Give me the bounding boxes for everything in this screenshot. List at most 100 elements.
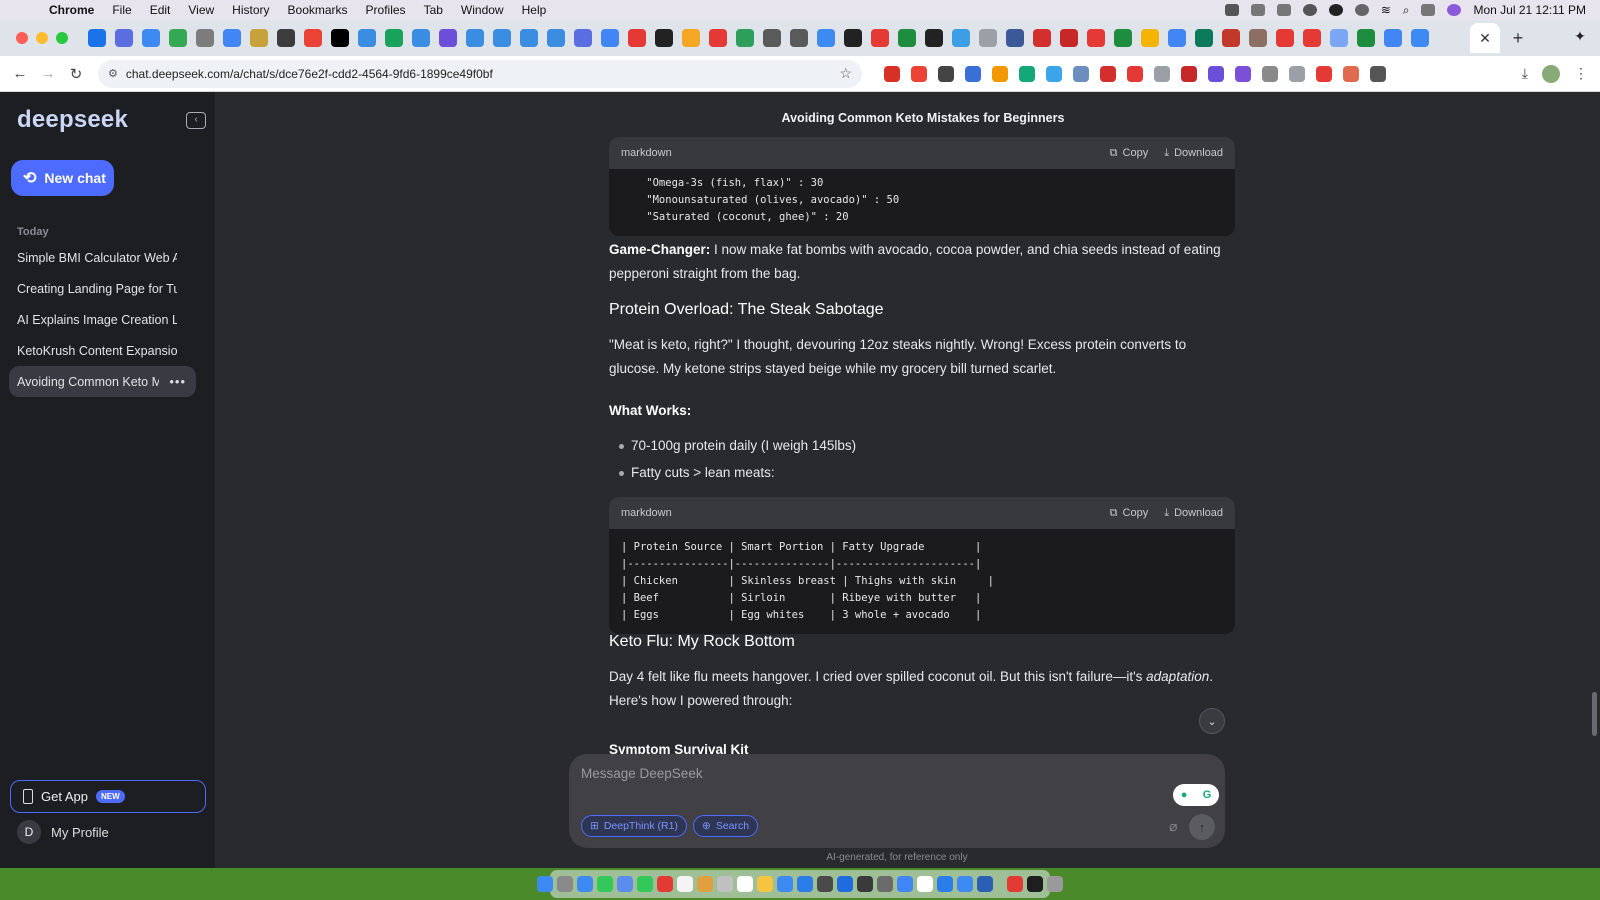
extension-icon[interactable] xyxy=(1289,65,1305,82)
tab-favicon-icon[interactable] xyxy=(655,29,673,47)
chat-history-item[interactable]: Simple BMI Calculator Web Ap xyxy=(9,242,196,273)
tab-favicon-icon[interactable] xyxy=(547,29,565,47)
tab-favicon-icon[interactable] xyxy=(196,29,214,47)
menu-window[interactable]: Window xyxy=(452,3,513,17)
tab-favicon-icon[interactable] xyxy=(412,29,430,47)
dock-app-icon[interactable] xyxy=(1027,876,1043,892)
tab-favicon-icon[interactable] xyxy=(1195,29,1213,47)
tab-favicon-icon[interactable] xyxy=(520,29,538,47)
extension-icon[interactable] xyxy=(1073,65,1089,82)
clock[interactable]: Mon Jul 21 12:11 PM xyxy=(1473,3,1586,17)
chat-history-item-active[interactable]: Avoiding Common Keto M ••• xyxy=(9,366,196,397)
list-icon[interactable] xyxy=(1276,4,1291,16)
tab-favicon-icon[interactable] xyxy=(277,29,295,47)
tab-favicon-icon[interactable] xyxy=(466,29,484,47)
tab-favicon-icon[interactable] xyxy=(358,29,376,47)
dock-app-icon[interactable] xyxy=(697,876,713,892)
tab-favicon-icon[interactable] xyxy=(1384,29,1402,47)
user-icon[interactable] xyxy=(1328,4,1343,16)
browser-profile-avatar[interactable] xyxy=(1542,64,1560,83)
download-button[interactable]: ⤓ Download xyxy=(1164,507,1223,520)
siri-icon[interactable] xyxy=(1447,4,1462,16)
bookmark-star-icon[interactable]: ☆ xyxy=(839,65,852,82)
back-button[interactable]: ← xyxy=(6,65,34,82)
tab-favicon-icon[interactable] xyxy=(601,29,619,47)
tab-favicon-icon[interactable] xyxy=(1033,29,1051,47)
tab-favicon-icon[interactable] xyxy=(115,29,133,47)
tab-favicon-icon[interactable] xyxy=(709,29,727,47)
dock-app-icon[interactable] xyxy=(857,876,873,892)
send-button[interactable]: ↑ xyxy=(1189,814,1215,840)
tab-favicon-icon[interactable] xyxy=(952,29,970,47)
dock-app-icon[interactable] xyxy=(657,876,673,892)
dock-app-icon[interactable] xyxy=(837,876,853,892)
extension-icon[interactable] xyxy=(911,65,927,82)
tab-favicon-icon[interactable] xyxy=(331,29,349,47)
extension-icon[interactable] xyxy=(1370,65,1386,82)
download-icon[interactable]: ⤓ xyxy=(1522,65,1528,82)
tab-favicon-icon[interactable] xyxy=(1006,29,1024,47)
tab-favicon-icon[interactable] xyxy=(790,29,808,47)
dock-app-icon[interactable] xyxy=(957,876,973,892)
tab-favicon-icon[interactable] xyxy=(1330,29,1348,47)
menu-history[interactable]: History xyxy=(223,3,278,17)
extension-icon[interactable] xyxy=(1127,65,1143,82)
close-window-button[interactable] xyxy=(16,32,28,44)
tab-favicon-icon[interactable] xyxy=(1168,29,1186,47)
dock-app-icon[interactable] xyxy=(897,876,913,892)
dock-app-icon[interactable] xyxy=(1047,876,1063,892)
menu-bookmarks[interactable]: Bookmarks xyxy=(279,3,357,17)
dock-app-icon[interactable] xyxy=(737,876,753,892)
get-app-button[interactable]: Get App NEW xyxy=(10,780,206,813)
tab-favicon-icon[interactable] xyxy=(1249,29,1267,47)
control-center-icon[interactable] xyxy=(1421,4,1436,16)
tab-favicon-icon[interactable] xyxy=(439,29,457,47)
address-bar[interactable]: ⚙ chat.deepseek.com/a/chat/s/dce76e2f-cd… xyxy=(98,59,862,88)
dock-app-icon[interactable] xyxy=(1007,876,1023,892)
deepseek-logo[interactable]: deepseek xyxy=(17,106,128,134)
tab-favicon-icon[interactable] xyxy=(628,29,646,47)
deepthink-toggle[interactable]: ⊞ DeepThink (R1) xyxy=(581,815,687,837)
tab-favicon-icon[interactable] xyxy=(682,29,700,47)
dock-app-icon[interactable] xyxy=(877,876,893,892)
site-info-icon[interactable]: ⚙ xyxy=(108,67,118,80)
status-app-icon[interactable] xyxy=(1224,4,1239,16)
menu-view[interactable]: View xyxy=(179,3,223,17)
menu-tab[interactable]: Tab xyxy=(415,3,452,17)
extension-icon[interactable] xyxy=(1019,65,1035,82)
dock-app-icon[interactable] xyxy=(817,876,833,892)
chat-history-item[interactable]: KetoKrush Content Expansion xyxy=(9,335,196,366)
scrollbar-thumb[interactable] xyxy=(1592,692,1597,736)
tab-favicon-icon[interactable] xyxy=(574,29,592,47)
extension-icon[interactable] xyxy=(1100,65,1116,82)
tab-favicon-icon[interactable] xyxy=(88,29,106,47)
collapse-sidebar-icon[interactable]: ‹ xyxy=(186,112,206,129)
extension-icon[interactable] xyxy=(1208,65,1224,82)
gemini-icon[interactable]: ✦ xyxy=(1570,28,1590,48)
dock-app-icon[interactable] xyxy=(717,876,733,892)
grammarly-widget[interactable]: ● G xyxy=(1173,784,1219,806)
minimize-window-button[interactable] xyxy=(36,32,48,44)
extension-icon[interactable] xyxy=(1235,65,1251,82)
extension-icon[interactable] xyxy=(1262,65,1278,82)
extension-icon[interactable] xyxy=(1316,65,1332,82)
more-options-icon[interactable]: ••• xyxy=(169,374,186,389)
tab-favicon-icon[interactable] xyxy=(844,29,862,47)
copy-button[interactable]: ⧉ Copy xyxy=(1110,147,1149,160)
new-chat-button[interactable]: ⟲ New chat xyxy=(11,160,114,196)
tab-favicon-icon[interactable] xyxy=(925,29,943,47)
dock-app-icon[interactable] xyxy=(977,876,993,892)
code-content[interactable]: | Protein Source | Smart Portion | Fatty… xyxy=(609,529,1235,634)
copy-button[interactable]: ⧉ Copy xyxy=(1110,507,1149,520)
dock-app-icon[interactable] xyxy=(917,876,933,892)
extension-icon[interactable] xyxy=(1154,65,1170,82)
attach-file-icon[interactable]: ⌀ xyxy=(1169,818,1177,835)
url-text[interactable]: chat.deepseek.com/a/chat/s/dce76e2f-cdd2… xyxy=(126,67,840,81)
dock-app-icon[interactable] xyxy=(777,876,793,892)
new-tab-button[interactable]: + xyxy=(1506,28,1530,49)
menu-edit[interactable]: Edit xyxy=(141,3,180,17)
tab-favicon-icon[interactable] xyxy=(142,29,160,47)
scroll-to-bottom-button[interactable]: ⌄ xyxy=(1199,708,1225,734)
tab-favicon-icon[interactable] xyxy=(1303,29,1321,47)
audio-icon[interactable] xyxy=(1250,4,1265,16)
